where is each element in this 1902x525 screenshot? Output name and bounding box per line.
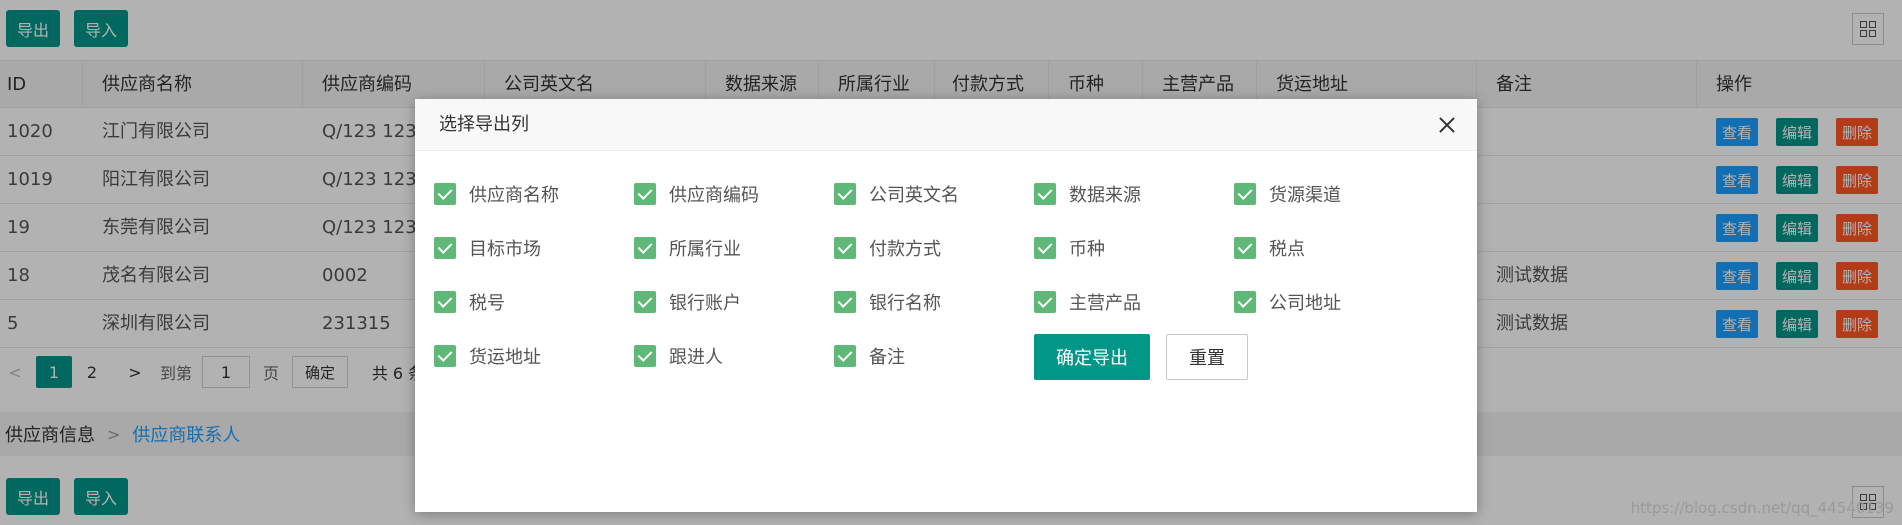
column-option[interactable]: 数据来源 xyxy=(1034,180,1141,208)
dialog-title: 选择导出列 xyxy=(439,114,529,135)
column-option[interactable]: 公司英文名 xyxy=(834,180,959,208)
check-icon[interactable] xyxy=(1034,291,1056,313)
column-option[interactable]: 跟进人 xyxy=(634,342,723,370)
column-option[interactable]: 货源渠道 xyxy=(1234,180,1341,208)
column-option[interactable]: 供应商名称 xyxy=(434,180,559,208)
check-icon[interactable] xyxy=(834,345,856,367)
check-icon[interactable] xyxy=(634,291,656,313)
column-option[interactable]: 公司地址 xyxy=(1234,288,1341,316)
check-icon[interactable] xyxy=(634,183,656,205)
reset-button[interactable]: 重置 xyxy=(1166,334,1248,380)
check-icon[interactable] xyxy=(834,291,856,313)
column-option[interactable]: 付款方式 xyxy=(834,234,941,262)
check-icon[interactable] xyxy=(434,183,456,205)
check-icon[interactable] xyxy=(634,237,656,259)
column-option[interactable]: 税号 xyxy=(434,288,505,316)
column-option[interactable]: 目标市场 xyxy=(434,234,541,262)
column-option[interactable]: 银行名称 xyxy=(834,288,941,316)
column-option[interactable]: 供应商编码 xyxy=(634,180,759,208)
check-icon[interactable] xyxy=(634,345,656,367)
column-option[interactable]: 货运地址 xyxy=(434,342,541,370)
dialog-header: 选择导出列 xyxy=(415,99,1477,151)
check-icon[interactable] xyxy=(1034,237,1056,259)
column-option[interactable]: 备注 xyxy=(834,342,905,370)
export-columns-dialog: 选择导出列 供应商名称 供应商编码 公司英文名 数据来源 货源渠道 目标市场 所… xyxy=(415,99,1477,512)
close-icon[interactable] xyxy=(1435,113,1459,137)
column-option[interactable]: 银行账户 xyxy=(634,288,741,316)
column-option[interactable]: 币种 xyxy=(1034,234,1105,262)
check-icon[interactable] xyxy=(434,291,456,313)
check-icon[interactable] xyxy=(834,237,856,259)
confirm-export-button[interactable]: 确定导出 xyxy=(1034,334,1150,380)
check-icon[interactable] xyxy=(1234,183,1256,205)
column-option[interactable]: 所属行业 xyxy=(634,234,741,262)
column-option[interactable]: 主营产品 xyxy=(1034,288,1141,316)
check-icon[interactable] xyxy=(1034,183,1056,205)
check-icon[interactable] xyxy=(1234,291,1256,313)
column-option[interactable]: 税点 xyxy=(1234,234,1305,262)
check-icon[interactable] xyxy=(434,345,456,367)
check-icon[interactable] xyxy=(434,237,456,259)
check-icon[interactable] xyxy=(1234,237,1256,259)
check-icon[interactable] xyxy=(834,183,856,205)
